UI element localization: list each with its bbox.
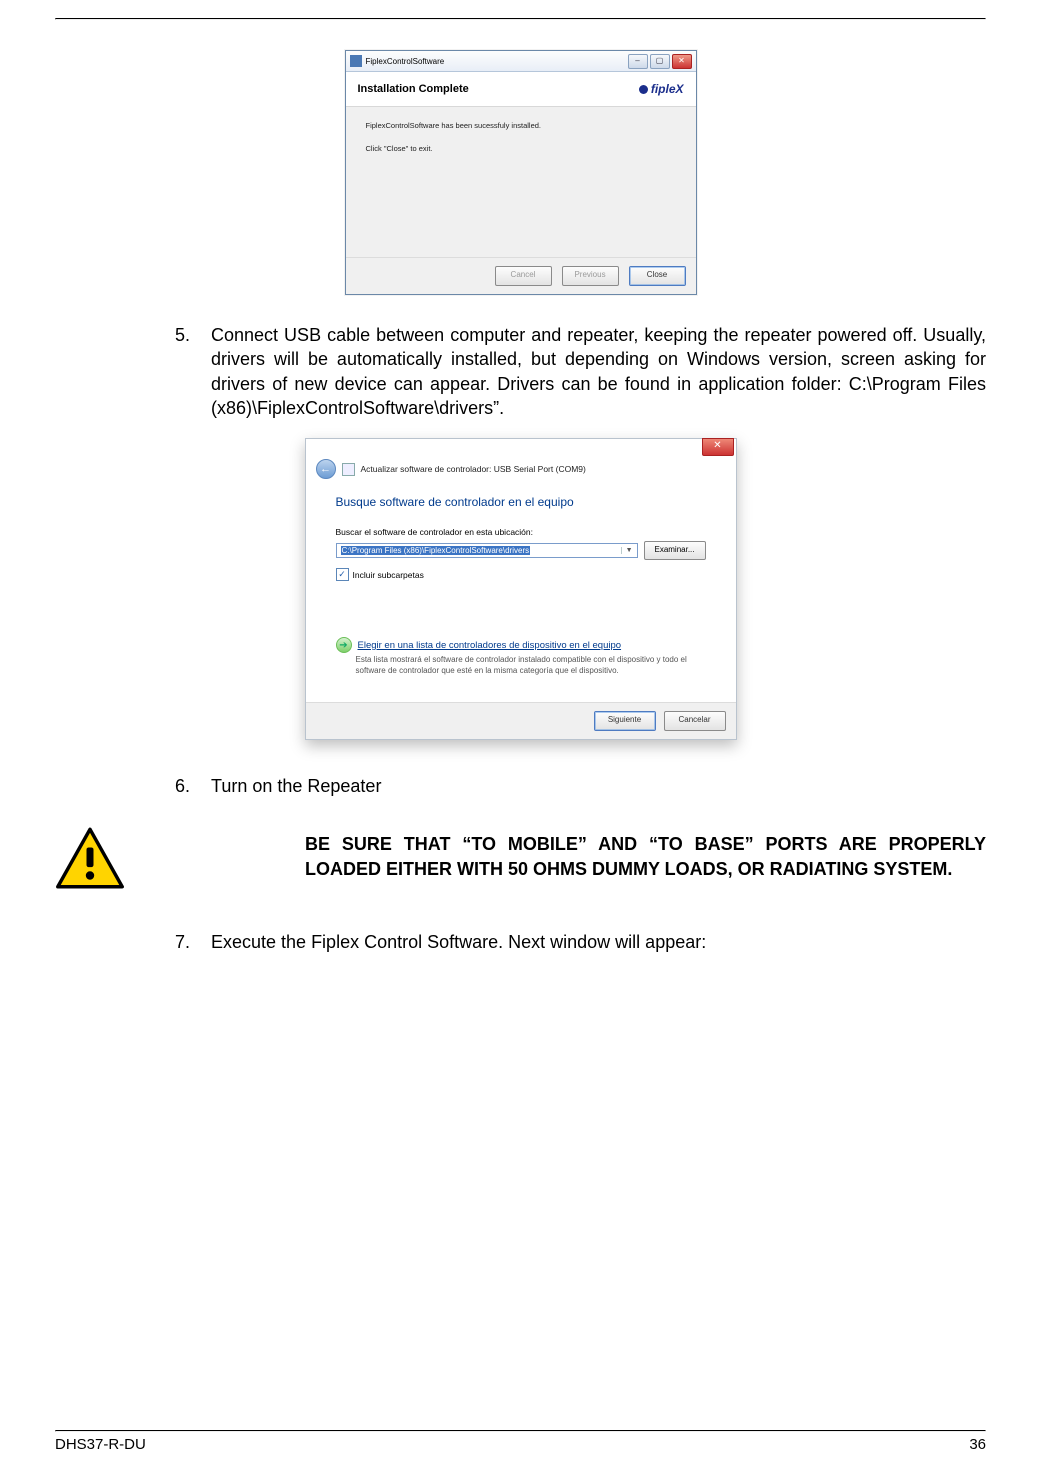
- pick-from-list-desc: Esta lista mostrará el software de contr…: [356, 655, 696, 676]
- pick-from-list-option[interactable]: ➔ Elegir en una lista de controladores d…: [336, 637, 706, 653]
- window-close-button[interactable]: ✕: [672, 54, 692, 69]
- arrow-right-icon: ➔: [336, 637, 352, 653]
- installer-dialog: FiplexControlSoftware – ▢ ✕ Installation…: [345, 50, 697, 295]
- step5-text: Connect USB cable between computer and r…: [211, 323, 986, 420]
- logo-dot-icon: [639, 85, 648, 94]
- installer-title: FiplexControlSoftware: [366, 57, 445, 66]
- driver-cancel-button[interactable]: Cancelar: [664, 711, 726, 731]
- driver-path-value: C:\Program Files (x86)\FiplexControlSoft…: [341, 546, 531, 555]
- driver-close-button[interactable]: ✕: [702, 438, 734, 456]
- browse-button[interactable]: Examinar...: [644, 541, 706, 560]
- bottom-rule: [55, 1430, 986, 1432]
- step7-text: Execute the Fiplex Control Software. Nex…: [211, 930, 986, 954]
- driver-dialog: ✕ ← Actualizar software de controlador: …: [305, 438, 737, 740]
- device-icon: [342, 463, 355, 476]
- warning-icon: [55, 826, 125, 890]
- step6-number: 6.: [175, 774, 211, 798]
- close-button[interactable]: Close: [629, 266, 686, 286]
- back-button[interactable]: ←: [316, 459, 336, 479]
- app-icon: [350, 55, 362, 67]
- footer-page-number: 36: [969, 1436, 986, 1453]
- driver-crumb: Actualizar software de controlador: USB …: [361, 464, 586, 474]
- back-arrow-icon: ←: [320, 463, 331, 475]
- minimize-button[interactable]: –: [628, 54, 648, 69]
- next-button[interactable]: Siguiente: [594, 711, 656, 731]
- warning-text: BE SURE THAT “TO MOBILE” AND “TO BASE” P…: [305, 832, 986, 881]
- footer-doc-id: DHS37-R-DU: [55, 1436, 146, 1453]
- step6-text: Turn on the Repeater: [211, 774, 986, 798]
- maximize-button[interactable]: ▢: [650, 54, 670, 69]
- include-subfolders-checkbox[interactable]: ✓: [336, 568, 349, 581]
- installer-titlebar: FiplexControlSoftware – ▢ ✕: [346, 51, 696, 72]
- cancel-button: Cancel: [495, 266, 552, 286]
- step7-number: 7.: [175, 930, 211, 954]
- brand-text: fipleX: [651, 82, 684, 96]
- install-msg-1: FiplexControlSoftware has been sucessful…: [366, 121, 682, 130]
- step5-number: 5.: [175, 323, 211, 420]
- driver-path-input[interactable]: C:\Program Files (x86)\FiplexControlSoft…: [336, 543, 638, 558]
- installer-heading: Installation Complete: [358, 83, 469, 95]
- install-msg-2: Click "Close" to exit.: [366, 144, 682, 153]
- driver-heading: Busque software de controlador en el equ…: [336, 495, 706, 509]
- brand-logo: fipleX: [639, 82, 684, 96]
- dropdown-caret-icon[interactable]: ▼: [621, 547, 633, 554]
- include-subfolders-label: Incluir subcarpetas: [353, 570, 424, 580]
- pick-from-list-title: Elegir en una lista de controladores de …: [358, 640, 622, 651]
- previous-button: Previous: [562, 266, 619, 286]
- driver-search-label: Buscar el software de controlador en est…: [336, 527, 706, 537]
